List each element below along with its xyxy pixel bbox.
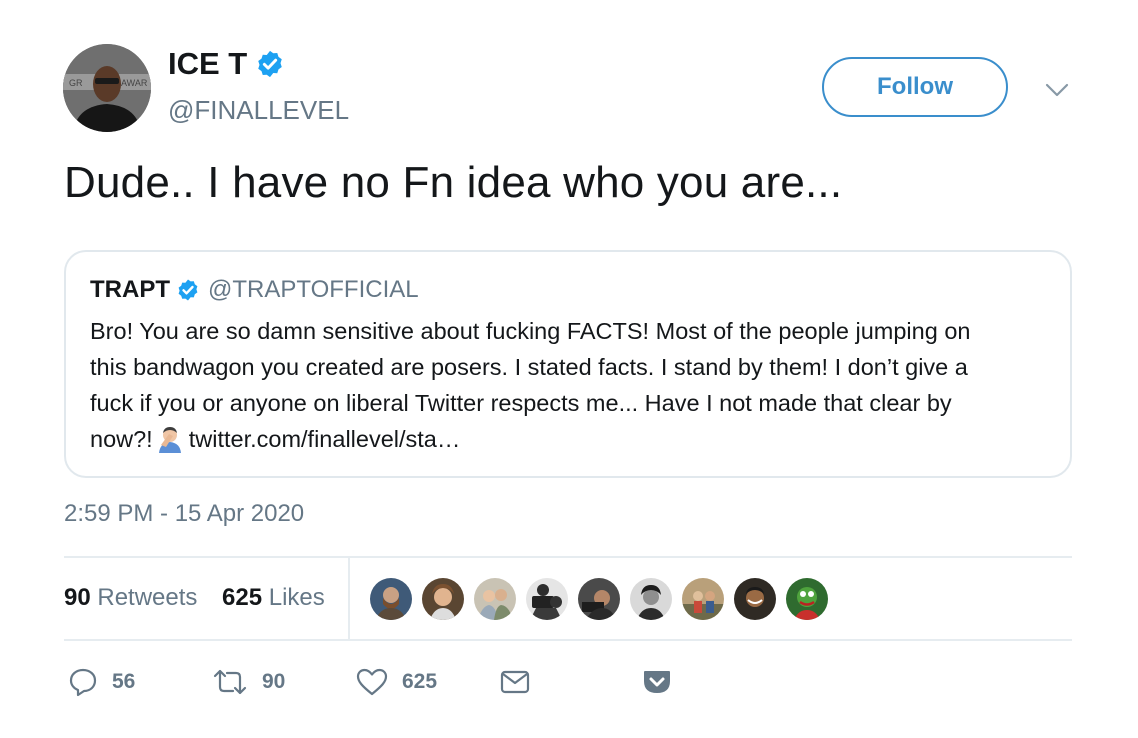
liker-avatars [370, 578, 828, 620]
stats-separator [348, 558, 350, 640]
verified-badge-icon [178, 279, 198, 301]
likes-count: 625 [222, 584, 263, 611]
pocket-button[interactable] [642, 660, 672, 704]
author-avatar[interactable]: GR AWAR [63, 44, 151, 132]
quoted-tweet-line: now?! twitter.com/finallevel/sta… [90, 421, 1050, 457]
quoted-author-handle: @TRAPTOFFICIAL [208, 276, 419, 303]
reply-button[interactable]: 56 [68, 660, 135, 704]
liker-avatar[interactable] [786, 578, 828, 620]
verified-badge-icon [258, 50, 282, 78]
tweet-text: Dude.. I have no Fn idea who you are... [64, 158, 843, 207]
author-handle[interactable]: @FINALLEVEL [168, 95, 349, 126]
quoted-tweet-link[interactable]: twitter.com/finallevel/sta… [189, 426, 461, 452]
author-name-text: ICE T [168, 46, 248, 81]
author-name[interactable]: ICE T [168, 46, 285, 82]
liker-avatar[interactable] [474, 578, 516, 620]
follow-button[interactable]: Follow [822, 57, 1008, 117]
quoted-tweet-line: fuck if you or anyone on liberal Twitter… [90, 390, 952, 416]
liker-avatar[interactable] [734, 578, 776, 620]
quoted-tweet-text: Bro! You are so damn sensitive about fuc… [90, 313, 1050, 457]
tweet-stats: 90 Retweets 625 Likes [64, 558, 1072, 640]
liker-avatar[interactable] [578, 578, 620, 620]
like-count: 625 [402, 670, 438, 693]
quoted-tweet-header: TRAPT @TRAPTOFFICIAL [90, 276, 419, 304]
likes-label: Likes [268, 584, 325, 611]
reply-icon [69, 668, 97, 697]
pocket-icon [644, 671, 670, 693]
like-button[interactable]: 625 [356, 660, 437, 704]
direct-message-button[interactable] [500, 660, 530, 704]
retweet-count: 90 [262, 670, 286, 693]
likes-stat[interactable]: 625 Likes [222, 584, 325, 612]
quoted-tweet-line-start: now?! [90, 426, 153, 452]
envelope-icon [500, 670, 530, 694]
man-facepalming-emoji-icon [158, 427, 181, 453]
quoted-tweet-line: Bro! You are so damn sensitive about fuc… [90, 318, 971, 344]
svg-text:GR: GR [69, 78, 83, 88]
liker-avatar[interactable] [682, 578, 724, 620]
retweets-count: 90 [64, 584, 91, 611]
tweet-card: GR AWAR ICE T @FINALLEVEL Follow Dude.. … [0, 0, 1138, 738]
liker-avatar[interactable] [630, 578, 672, 620]
retweets-label: Retweets [97, 584, 198, 611]
liker-avatar[interactable] [526, 578, 568, 620]
quoted-author-name: TRAPT [90, 276, 170, 303]
divider [64, 639, 1072, 641]
liker-avatar[interactable] [422, 578, 464, 620]
chevron-down-icon[interactable] [1044, 80, 1070, 100]
liker-avatar[interactable] [370, 578, 412, 620]
tweet-actions: 56 90 625 [64, 660, 764, 704]
retweet-icon [213, 669, 247, 695]
retweets-stat[interactable]: 90 Retweets [64, 584, 197, 612]
svg-text:AWAR: AWAR [121, 78, 148, 88]
heart-icon [356, 668, 388, 696]
quoted-tweet[interactable]: TRAPT @TRAPTOFFICIAL Bro! You are so dam… [64, 250, 1072, 478]
quoted-tweet-line: this bandwagon you created are posers. I… [90, 354, 968, 380]
reply-count: 56 [112, 670, 136, 693]
retweet-button[interactable]: 90 [212, 660, 285, 704]
tweet-timestamp[interactable]: 2:59 PM - 15 Apr 2020 [64, 500, 304, 528]
